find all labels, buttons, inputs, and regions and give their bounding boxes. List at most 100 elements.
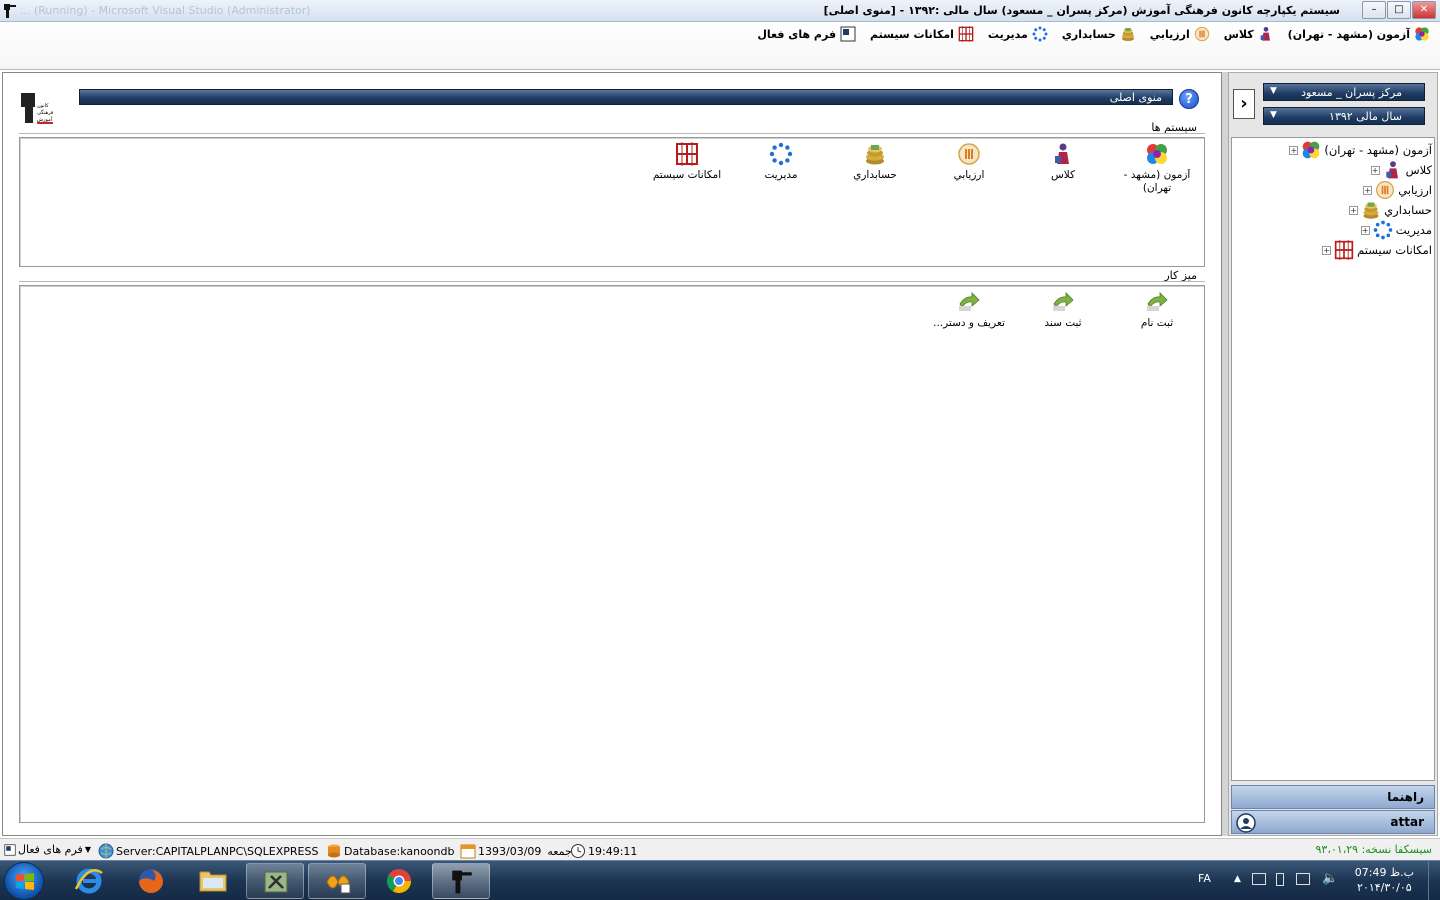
language-indicator[interactable]: FA xyxy=(1198,872,1211,885)
arrow-shortcut-icon xyxy=(1051,290,1075,314)
database-label: Database:kanoondb xyxy=(344,844,455,858)
desk-shortcut-registration[interactable]: ثبت نام xyxy=(1110,290,1204,350)
menu-item-active-forms[interactable]: فرم های فعال xyxy=(757,26,856,42)
main-menu-title: منوی اصلی xyxy=(1109,91,1162,104)
system-tile-evaluation[interactable]: ارزيابي xyxy=(922,142,1016,202)
visual-studio-icon xyxy=(326,875,351,894)
windows-taskbar: FA ▲ 🔈 ب.ظ 07:49 ۲۰۱۴/۳۰/۰۵ xyxy=(0,860,1440,900)
tree-node-evaluation[interactable]: + ارزيابي xyxy=(1363,180,1432,200)
expand-icon[interactable]: + xyxy=(1322,245,1332,255)
system-tile-exam[interactable]: آزمون (مشهد - تهران) xyxy=(1110,142,1204,202)
minimize-button[interactable]: – xyxy=(1362,1,1386,19)
user-label: attar xyxy=(1390,815,1424,829)
tile-label: حسابداري xyxy=(853,169,897,181)
kanoon-logo-icon xyxy=(19,91,55,125)
collapse-panel-button[interactable]: › xyxy=(1233,89,1255,119)
center-combo-value: مرکز پسران _ مسعود xyxy=(1301,86,1402,99)
firefox-icon xyxy=(139,869,163,893)
flag-icon[interactable] xyxy=(1296,873,1310,885)
taskbar-tools[interactable] xyxy=(246,863,304,899)
battery-icon[interactable] xyxy=(1276,873,1284,886)
show-hidden-icons-icon[interactable]: ▲ xyxy=(1234,874,1241,884)
chevron-down-icon: ▼ xyxy=(1270,86,1277,96)
menu-item-system-tools[interactable]: امکانات سیستم xyxy=(870,26,974,42)
system-tile-management[interactable]: مديريت xyxy=(734,142,828,202)
menu-item-exam[interactable]: آزمون (مشهد - تهران) xyxy=(1288,26,1430,42)
coins-icon xyxy=(1120,26,1136,42)
system-tree: + آزمون (مشهد - تهران) + كلاس + ارزيابي … xyxy=(1231,137,1435,781)
network-icon[interactable] xyxy=(1252,873,1266,885)
folder-icon xyxy=(199,871,227,892)
active-forms-dropdown[interactable]: فرم های فعال ▼ xyxy=(4,843,91,856)
expand-icon[interactable]: + xyxy=(1363,185,1373,195)
taskbar-visual-studio[interactable] xyxy=(308,863,366,899)
coins-icon xyxy=(1361,200,1381,220)
center-combo[interactable]: مرکز پسران _ مسعود ▼ xyxy=(1263,83,1425,101)
taskbar-chrome[interactable] xyxy=(370,863,428,899)
taskbar-clock[interactable]: ب.ظ 07:49 ۲۰۱۴/۳۰/۰۵ xyxy=(1355,865,1414,895)
version-label: سیسکفا نسخه: ۹۳،۰۱،۲۹ xyxy=(1315,843,1432,856)
colorful-icon xyxy=(1301,140,1321,160)
user-button[interactable]: attar xyxy=(1231,810,1435,834)
tree-node-class[interactable]: + كلاس xyxy=(1370,160,1432,180)
arrow-shortcut-icon xyxy=(957,290,981,314)
menu-item-management[interactable]: مديريت xyxy=(988,26,1048,42)
taskbar-ie[interactable] xyxy=(60,863,118,899)
tree-node-label: آزمون (مشهد - تهران) xyxy=(1324,143,1432,157)
grid-icon xyxy=(675,142,699,166)
date-status: 1393/03/09 جمعه xyxy=(460,843,572,859)
internet-explorer-icon xyxy=(74,868,103,894)
system-tile-class[interactable]: كلاس xyxy=(1016,142,1110,202)
expand-icon[interactable]: + xyxy=(1360,225,1370,235)
tree-node-label: ارزيابي xyxy=(1398,183,1432,197)
tree-node-label: كلاس xyxy=(1405,163,1432,177)
date-label: 1393/03/09 xyxy=(478,844,542,858)
expand-icon[interactable]: + xyxy=(1370,165,1380,175)
guide-label: راهنما xyxy=(1387,790,1424,804)
chrome-icon xyxy=(386,869,411,894)
tools-icon xyxy=(264,871,288,893)
expand-icon[interactable]: + xyxy=(1349,205,1359,215)
show-desktop-button[interactable] xyxy=(1428,861,1440,900)
start-button[interactable] xyxy=(4,862,44,900)
system-tile-accounting[interactable]: حسابداري xyxy=(828,142,922,202)
volume-icon[interactable]: 🔈 xyxy=(1322,871,1338,886)
help-button[interactable]: ? xyxy=(1179,89,1199,109)
system-tray: FA ▲ 🔈 ب.ظ 07:49 ۲۰۱۴/۳۰/۰۵ xyxy=(1180,861,1440,900)
grid-icon xyxy=(958,26,974,42)
taskbar-firefox[interactable] xyxy=(122,863,180,899)
maximize-button[interactable]: □ xyxy=(1387,1,1411,19)
taskbar-explorer[interactable] xyxy=(184,863,242,899)
taskbar-kanoon-app[interactable] xyxy=(432,863,490,899)
calendar-icon xyxy=(460,843,476,859)
tree-node-system-tools[interactable]: + امکانات سیستم xyxy=(1322,240,1432,260)
system-tile-system-tools[interactable]: امکانات سیستم xyxy=(640,142,734,202)
menu-item-evaluation[interactable]: ارزيابي xyxy=(1150,26,1210,42)
fiscal-year-combo[interactable]: سال مالی ۱۳۹۲ ▼ xyxy=(1263,107,1425,125)
guide-button[interactable]: راهنما xyxy=(1231,785,1435,809)
desk-shortcut-document[interactable]: ثبت سند xyxy=(1016,290,1110,350)
coins-icon xyxy=(863,142,887,166)
evaluation-icon xyxy=(1194,26,1210,42)
tree-node-exam[interactable]: + آزمون (مشهد - تهران) xyxy=(1289,140,1432,160)
menu-bar: آزمون (مشهد - تهران) كلاس ارزيابي حسابدا… xyxy=(0,22,1440,70)
side-panel: › مرکز پسران _ مسعود ▼ سال مالی ۱۳۹۲ ▼ +… xyxy=(1228,72,1438,836)
expand-icon[interactable]: + xyxy=(1289,145,1299,155)
menu-item-label: آزمون (مشهد - تهران) xyxy=(1287,27,1410,41)
forms-icon xyxy=(4,844,16,856)
app-logo-icon xyxy=(4,4,16,18)
management-icon xyxy=(1373,220,1393,240)
tile-label: ثبت سند xyxy=(1044,317,1082,329)
window-title-bar: ... (Running) - Microsoft Visual Studio … xyxy=(0,0,1440,22)
menu-item-class[interactable]: كلاس xyxy=(1224,26,1274,42)
tile-label: مديريت xyxy=(764,169,798,181)
tree-node-management[interactable]: + مديريت xyxy=(1360,220,1432,240)
arrow-shortcut-icon xyxy=(1145,290,1169,314)
menu-item-accounting[interactable]: حسابداري xyxy=(1062,26,1136,42)
close-button[interactable]: ✕ xyxy=(1412,1,1436,19)
forms-icon xyxy=(840,26,856,42)
tree-node-accounting[interactable]: + حسابداري xyxy=(1349,200,1432,220)
desk-shortcut-definition[interactable]: تعريف و دستر... xyxy=(922,290,1016,350)
status-bar: فرم های فعال ▼ Server:CAPITALPLANPC\SQLE… xyxy=(0,838,1440,860)
management-icon xyxy=(769,142,793,166)
